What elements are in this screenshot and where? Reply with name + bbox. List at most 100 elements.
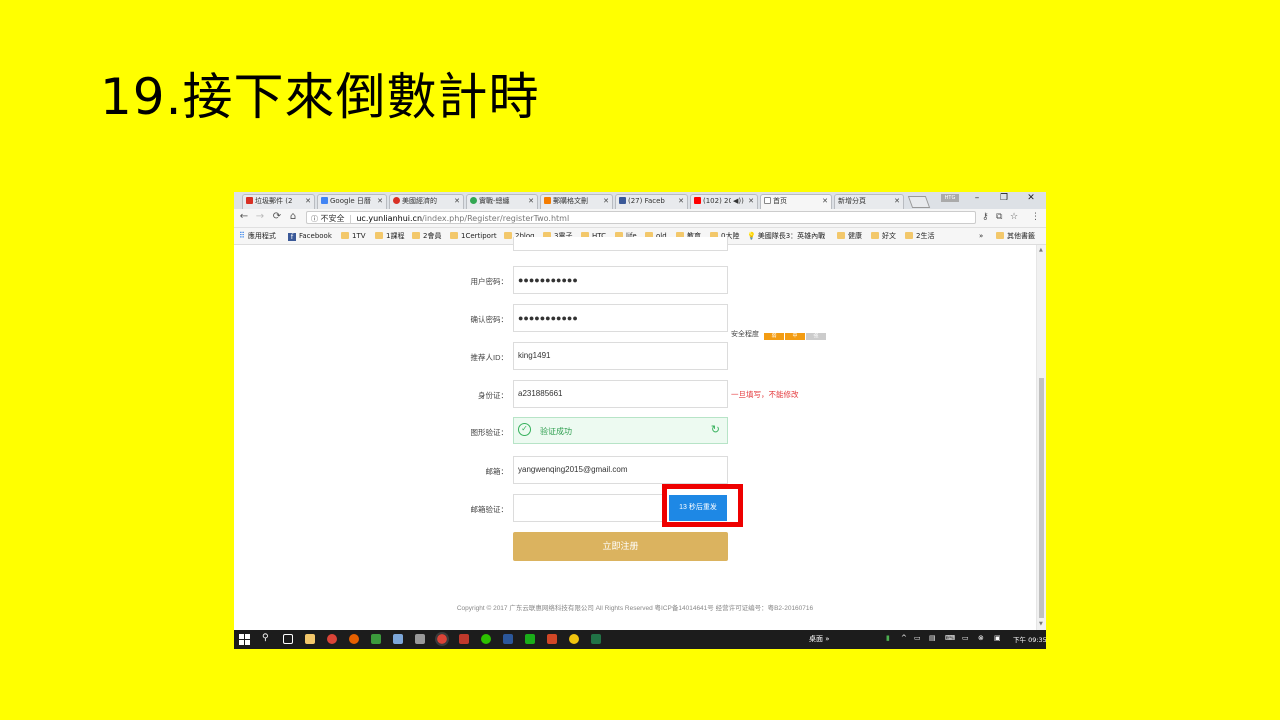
- folder-icon: [375, 232, 383, 239]
- chrome-active-icon[interactable]: [435, 632, 449, 646]
- browser-screenshot: 垃圾郵件 (2 ✕ Google 日曆 ✕ 美國經濟的 ✕ 實戰-總纏 ✕ 郵購格文刪 ✕…: [234, 192, 1046, 649]
- strength-mid: 中: [784, 333, 805, 340]
- network-icon[interactable]: ▭: [914, 634, 921, 642]
- windows-taskbar: ⚲ 桌面 » ▮ ^ ▭ ▤ ⌨ ▭ ⊗ ▣ 下午 09:35: [234, 630, 1046, 649]
- tab-gmail[interactable]: 垃圾郵件 (2 ✕: [242, 194, 315, 209]
- browser-toolbar: ← → ⟳ ⌂ ⓘ 不安全 | uc.yunlianhui.cn/index.p…: [234, 209, 1046, 228]
- scroll-thumb[interactable]: [1039, 378, 1044, 618]
- desktop-toolbar[interactable]: 桌面 »: [809, 634, 830, 644]
- close-icon[interactable]: ✕: [894, 195, 900, 208]
- bookmark-facebook[interactable]: f Facebook: [288, 231, 332, 241]
- password-field[interactable]: ●●●●●●●●●●●: [513, 266, 728, 294]
- bookmark-folder[interactable]: 1Certiport: [450, 231, 497, 241]
- refresh-icon[interactable]: ↻: [711, 423, 720, 436]
- notepad-icon[interactable]: [393, 634, 403, 644]
- app-yellow-icon[interactable]: [569, 634, 579, 644]
- maximize-button[interactable]: ❐: [994, 193, 1014, 203]
- windows-start-icon[interactable]: [239, 634, 250, 645]
- tab-blogger[interactable]: 郵購格文刪 ✕: [540, 194, 613, 209]
- bookmark-other[interactable]: 其他書籤: [996, 231, 1035, 241]
- tab-chat[interactable]: 實戰-總纏 ✕: [466, 194, 538, 209]
- settings-icon[interactable]: ⊗: [978, 634, 984, 642]
- email-code-field[interactable]: [513, 494, 663, 522]
- info-icon[interactable]: ⓘ: [311, 215, 318, 223]
- reload-icon[interactable]: ⟳: [271, 211, 283, 222]
- forward-icon[interactable]: →: [254, 211, 266, 222]
- profile-badge[interactable]: HTG: [941, 194, 959, 202]
- bookmark-folder[interactable]: 2會員: [412, 231, 441, 241]
- scroll-down-icon[interactable]: ▼: [1039, 621, 1043, 627]
- captcha-verified[interactable]: ✓ 验证成功 ↻: [513, 417, 728, 444]
- tab-youtube[interactable]: (102) 20◀)) ✕: [690, 194, 758, 209]
- tab-home-active[interactable]: 首页 ✕: [760, 194, 832, 209]
- excel-icon[interactable]: [591, 634, 601, 644]
- id-label: 身份证：: [478, 391, 508, 400]
- close-icon[interactable]: ✕: [748, 195, 754, 208]
- chrome-icon[interactable]: [327, 634, 337, 644]
- close-icon[interactable]: ✕: [822, 195, 828, 208]
- close-icon[interactable]: ✕: [678, 195, 684, 208]
- scroll-up-icon[interactable]: ▲: [1039, 247, 1043, 253]
- bookmarks-overflow-button[interactable]: »: [979, 231, 983, 241]
- tab-calendar[interactable]: Google 日曆 ✕: [317, 194, 387, 209]
- firefox-icon[interactable]: [349, 634, 359, 644]
- menu-icon[interactable]: ⋮: [1031, 212, 1040, 222]
- close-icon[interactable]: ✕: [454, 195, 460, 208]
- home-icon[interactable]: ⌂: [287, 211, 299, 222]
- confirm-password-label: 确认密码：: [470, 315, 509, 324]
- minimize-button[interactable]: –: [967, 193, 987, 203]
- clock[interactable]: 下午 09:35: [1013, 634, 1046, 644]
- speaker-icon[interactable]: ◀)): [733, 197, 744, 205]
- new-tab-button[interactable]: [907, 196, 931, 208]
- app-red-icon[interactable]: [459, 634, 469, 644]
- gmail-icon: [246, 197, 253, 204]
- powerpoint-icon[interactable]: [547, 634, 557, 644]
- tab-new[interactable]: 新增分頁 ✕: [834, 194, 904, 209]
- bookmark-folder[interactable]: 1TV: [341, 231, 366, 241]
- folder-icon: [450, 232, 458, 239]
- chevron-up-icon[interactable]: ^: [901, 634, 907, 642]
- tab-facebook[interactable]: (27) Faceb ✕: [615, 194, 688, 209]
- keyboard-icon[interactable]: ⌨: [945, 634, 955, 642]
- page-scrollbar[interactable]: ▲ ▼: [1036, 245, 1046, 630]
- translate-icon[interactable]: ⧉: [996, 212, 1002, 222]
- previous-field[interactable]: [513, 237, 728, 251]
- confirm-password-field[interactable]: ●●●●●●●●●●●: [513, 304, 728, 332]
- volume-icon[interactable]: ▣: [994, 634, 1001, 642]
- close-icon[interactable]: ✕: [603, 195, 609, 208]
- close-icon[interactable]: ✕: [305, 195, 311, 208]
- strength-strong: 强: [805, 333, 826, 340]
- wechat-icon[interactable]: [481, 634, 491, 644]
- referrer-field[interactable]: king1491: [513, 342, 728, 370]
- app-icon[interactable]: [415, 634, 425, 644]
- email-field[interactable]: yangwenqing2015@gmail.com: [513, 456, 728, 484]
- bookmark-movie[interactable]: 💡 美國隊長3：英雄內戰: [747, 231, 825, 241]
- file-explorer-icon[interactable]: [305, 634, 315, 644]
- back-icon[interactable]: ←: [238, 211, 250, 222]
- bookmark-folder[interactable]: 2生活: [905, 231, 934, 241]
- app-green-icon[interactable]: [525, 634, 535, 644]
- close-window-button[interactable]: ✕: [1021, 193, 1041, 203]
- display-icon[interactable]: ▭: [962, 634, 969, 642]
- copyright-text: Copyright © 2017 广东云联惠网络科技有限公司 All Right…: [456, 605, 814, 612]
- bookmark-folder[interactable]: 1課程: [375, 231, 404, 241]
- close-icon[interactable]: ✕: [377, 195, 383, 208]
- id-field[interactable]: a231885661: [513, 380, 728, 408]
- url-host: uc.yunlianhui.cn: [356, 214, 423, 223]
- address-bar[interactable]: ⓘ 不安全 | uc.yunlianhui.cn/index.php/Regis…: [306, 211, 976, 224]
- bookmark-folder[interactable]: 好文: [871, 231, 896, 241]
- strength-weak: 弱: [763, 333, 784, 340]
- word-icon[interactable]: [503, 634, 513, 644]
- key-icon[interactable]: ⚷: [982, 212, 989, 222]
- search-icon[interactable]: ⚲: [262, 633, 269, 643]
- bookmark-apps[interactable]: ⠿ 應用程式: [239, 231, 276, 241]
- task-view-icon[interactable]: [283, 634, 293, 644]
- close-icon[interactable]: ✕: [528, 195, 534, 208]
- battery-icon[interactable]: ▮: [886, 634, 890, 642]
- bookmark-folder[interactable]: 健康: [837, 231, 862, 241]
- star-icon[interactable]: ☆: [1010, 212, 1018, 222]
- register-button[interactable]: 立即注册: [513, 532, 728, 561]
- tab-news[interactable]: 美國經濟的 ✕: [389, 194, 464, 209]
- line-icon[interactable]: [371, 634, 381, 644]
- notes-icon[interactable]: ▤: [929, 634, 936, 642]
